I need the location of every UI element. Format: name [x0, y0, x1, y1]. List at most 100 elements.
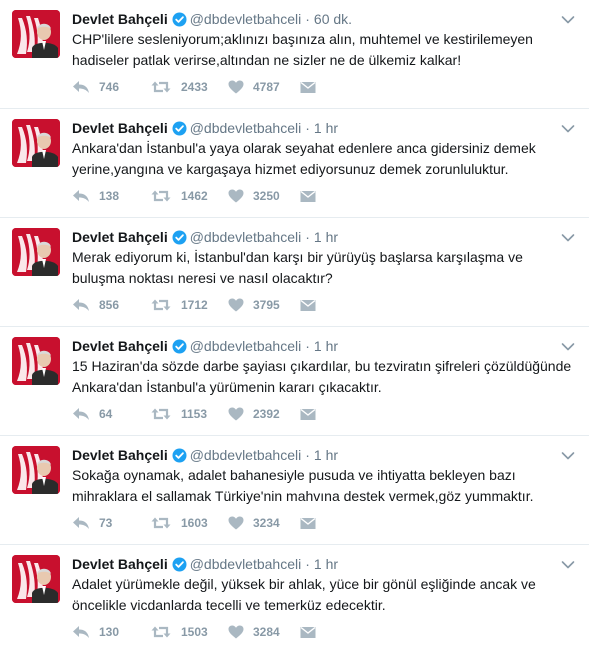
avatar-image [12, 446, 60, 494]
like-button[interactable]: 2392 [228, 407, 300, 421]
verified-badge-icon [172, 12, 187, 27]
user-handle[interactable]: @dbdevletbahceli [190, 228, 302, 246]
chevron-down-icon[interactable] [561, 557, 575, 569]
avatar[interactable] [12, 446, 60, 494]
display-name[interactable]: Devlet Bahçeli [72, 228, 168, 246]
reply-icon [72, 298, 90, 312]
retweet-button[interactable]: 1503 [150, 625, 228, 639]
retweet-button[interactable]: 2433 [150, 80, 228, 94]
chevron-down-icon[interactable] [561, 121, 575, 133]
verified-badge-icon [172, 557, 187, 572]
reply-count: 130 [99, 625, 120, 639]
direct-message-button[interactable] [300, 81, 316, 94]
avatar[interactable] [12, 10, 60, 58]
like-count: 3795 [253, 298, 280, 312]
separator-dot: · [305, 447, 310, 463]
verified-badge-icon [172, 121, 187, 136]
avatar[interactable] [12, 555, 60, 603]
display-name[interactable]: Devlet Bahçeli [72, 446, 168, 464]
retweet-button[interactable]: 1712 [150, 298, 228, 312]
chevron-down-icon[interactable] [561, 230, 575, 242]
direct-message-button[interactable] [300, 190, 316, 203]
reply-count: 138 [99, 189, 120, 203]
reply-count: 73 [99, 516, 113, 530]
envelope-icon [300, 626, 316, 639]
display-name[interactable]: Devlet Bahçeli [72, 337, 168, 355]
reply-button[interactable]: 73 [72, 516, 150, 530]
envelope-icon [300, 408, 316, 421]
tweet[interactable]: Devlet Bahçeli @dbdevletbahceli · 1 hr A… [0, 545, 589, 654]
like-button[interactable]: 3795 [228, 298, 300, 312]
reply-count: 856 [99, 298, 120, 312]
reply-icon [72, 80, 90, 94]
like-button[interactable]: 4787 [228, 80, 300, 94]
like-count: 3284 [253, 625, 280, 639]
user-handle[interactable]: @dbdevletbahceli [190, 555, 302, 573]
display-name[interactable]: Devlet Bahçeli [72, 119, 168, 137]
direct-message-button[interactable] [300, 408, 316, 421]
tweet-header: Devlet Bahçeli @dbdevletbahceli · 1 hr [72, 228, 577, 246]
tweet-timestamp[interactable]: 1 hr [314, 228, 338, 246]
tweet-timestamp[interactable]: 1 hr [314, 337, 338, 355]
reply-button[interactable]: 130 [72, 625, 150, 639]
reply-icon [72, 189, 90, 203]
retweet-count: 1153 [181, 407, 208, 421]
direct-message-button[interactable] [300, 299, 316, 312]
retweet-button[interactable]: 1153 [150, 407, 228, 421]
tweet-actions: 73 1603 3234 [72, 514, 316, 532]
user-handle[interactable]: @dbdevletbahceli [190, 446, 302, 464]
reply-button[interactable]: 138 [72, 189, 150, 203]
tweet-text: Adalet yürümekle değil, yüksek bir ahlak… [72, 576, 536, 613]
retweet-button[interactable]: 1603 [150, 516, 228, 530]
tweet-timestamp[interactable]: 1 hr [314, 119, 338, 137]
retweet-count: 1603 [181, 516, 208, 530]
verified-badge-icon [172, 230, 187, 245]
reply-icon [72, 407, 90, 421]
separator-dot: · [305, 338, 310, 354]
tweet-timestamp[interactable]: 1 hr [314, 446, 338, 464]
verified-badge-icon [172, 339, 187, 354]
user-handle[interactable]: @dbdevletbahceli [190, 10, 302, 28]
tweet-header: Devlet Bahçeli @dbdevletbahceli · 60 dk. [72, 10, 577, 28]
heart-icon [228, 516, 244, 530]
reply-count: 746 [99, 80, 120, 94]
retweet-icon [150, 189, 172, 203]
avatar-image [12, 119, 60, 167]
reply-icon [72, 516, 90, 530]
verified-badge-icon [172, 448, 187, 463]
heart-icon [228, 298, 244, 312]
reply-button[interactable]: 64 [72, 407, 150, 421]
tweet[interactable]: Devlet Bahçeli @dbdevletbahceli · 1 hr S… [0, 436, 589, 545]
chevron-down-icon[interactable] [561, 12, 575, 24]
display-name[interactable]: Devlet Bahçeli [72, 555, 168, 573]
envelope-icon [300, 190, 316, 203]
tweet[interactable]: Devlet Bahçeli @dbdevletbahceli · 1 hr M… [0, 218, 589, 327]
avatar[interactable] [12, 228, 60, 276]
direct-message-button[interactable] [300, 626, 316, 639]
tweet-timestamp[interactable]: 60 dk. [314, 10, 352, 28]
tweet-actions: 64 1153 2392 [72, 405, 316, 423]
retweet-button[interactable]: 1462 [150, 189, 228, 203]
reply-button[interactable]: 746 [72, 80, 150, 94]
display-name[interactable]: Devlet Bahçeli [72, 10, 168, 28]
like-button[interactable]: 3234 [228, 516, 300, 530]
reply-button[interactable]: 856 [72, 298, 150, 312]
avatar[interactable] [12, 337, 60, 385]
avatar[interactable] [12, 119, 60, 167]
user-handle[interactable]: @dbdevletbahceli [190, 119, 302, 137]
chevron-down-icon[interactable] [561, 339, 575, 351]
chevron-down-icon[interactable] [561, 448, 575, 460]
like-button[interactable]: 3250 [228, 189, 300, 203]
separator-dot: · [305, 556, 310, 572]
direct-message-button[interactable] [300, 517, 316, 530]
tweet[interactable]: Devlet Bahçeli @dbdevletbahceli · 1 hr 1… [0, 327, 589, 436]
tweet-actions: 130 1503 3284 [72, 623, 316, 641]
user-handle[interactable]: @dbdevletbahceli [190, 337, 302, 355]
tweet-timestamp[interactable]: 1 hr [314, 555, 338, 573]
tweet[interactable]: Devlet Bahçeli @dbdevletbahceli · 1 hr A… [0, 109, 589, 218]
retweet-count: 2433 [181, 80, 208, 94]
tweet[interactable]: Devlet Bahçeli @dbdevletbahceli · 60 dk.… [0, 0, 589, 109]
like-button[interactable]: 3284 [228, 625, 300, 639]
reply-icon [72, 625, 90, 639]
envelope-icon [300, 299, 316, 312]
